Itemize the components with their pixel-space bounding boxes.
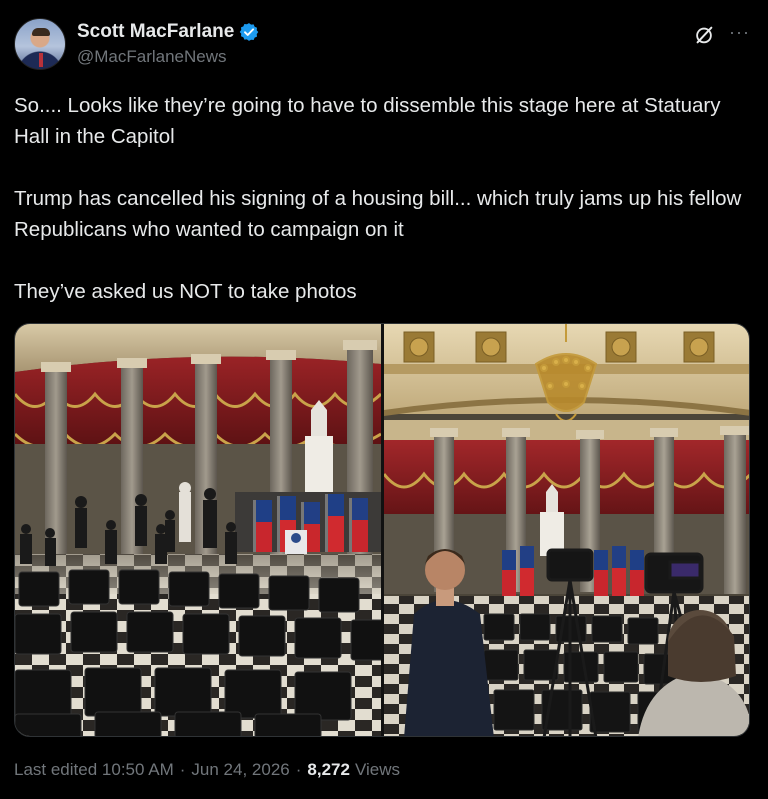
avatar-tie (39, 53, 43, 67)
tweet-meta: Last edited 10:50 AM · Jun 24, 2026 · 8,… (14, 760, 400, 780)
avatar-hair (32, 28, 50, 36)
tweet-header: Scott MacFarlane @MacFarlaneNews ··· (14, 18, 754, 74)
more-icon[interactable]: ··· (729, 23, 750, 41)
tweet-paragraph: They’ve asked us NOT to take photos (14, 280, 357, 303)
header-actions: ··· (693, 23, 750, 46)
photo-right-scene (384, 324, 749, 736)
verified-badge-icon (240, 23, 259, 41)
views-count[interactable]: 8,272 (307, 760, 350, 780)
tweet-text: So.... Looks like they’re going to have … (14, 90, 758, 307)
tweet-time[interactable]: 10:50 AM (102, 760, 174, 780)
meta-separator: · (295, 760, 302, 779)
grok-icon[interactable] (693, 24, 715, 46)
tweet-paragraph: So.... Looks like they’re going to have … (14, 94, 721, 148)
tweet-paragraph: Trump has cancelled his signing of a hou… (14, 187, 742, 241)
tweet-date[interactable]: Jun 24, 2026 (191, 760, 289, 780)
photo-left-scene (15, 324, 381, 736)
tweet: Scott MacFarlane @MacFarlaneNews ··· So.… (0, 0, 768, 799)
photo-press-cameras[interactable] (384, 324, 749, 736)
meta-separator: · (179, 760, 186, 779)
photo-statuary-hall-stage[interactable] (15, 324, 381, 736)
display-name[interactable]: Scott MacFarlane (77, 21, 234, 43)
media-grid (14, 323, 750, 737)
edited-label[interactable]: Last edited (14, 760, 97, 780)
views-label: Views (354, 760, 400, 779)
author-handle[interactable]: @MacFarlaneNews (77, 47, 259, 67)
avatar[interactable] (14, 18, 66, 70)
display-name-row: Scott MacFarlane (77, 20, 259, 44)
author-names: Scott MacFarlane @MacFarlaneNews (77, 20, 259, 67)
